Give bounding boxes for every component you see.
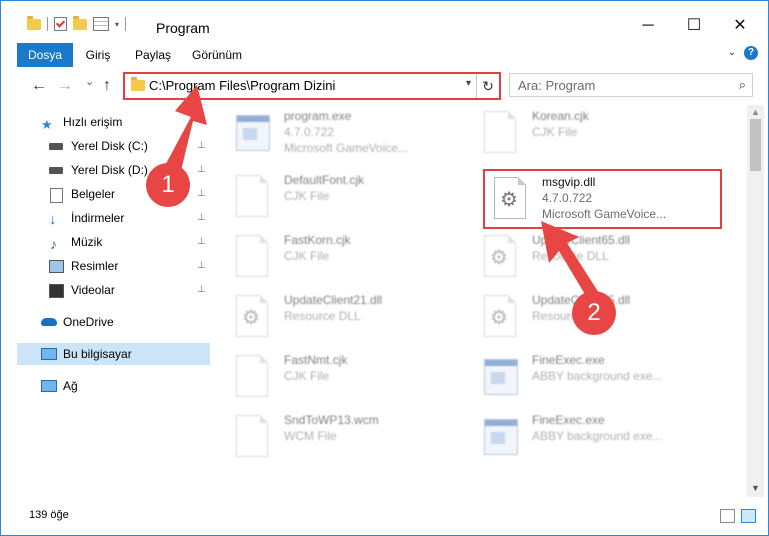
step-1-badge: 1 — [148, 165, 188, 205]
annotation-arrows — [161, 85, 599, 301]
step-2-badge: 2 — [574, 293, 614, 333]
explorer-window: ▾ Program ─ ☐ ✕ Dosya Giriş Paylaş Görün… — [0, 0, 769, 536]
arrow-2 — [541, 221, 599, 301]
